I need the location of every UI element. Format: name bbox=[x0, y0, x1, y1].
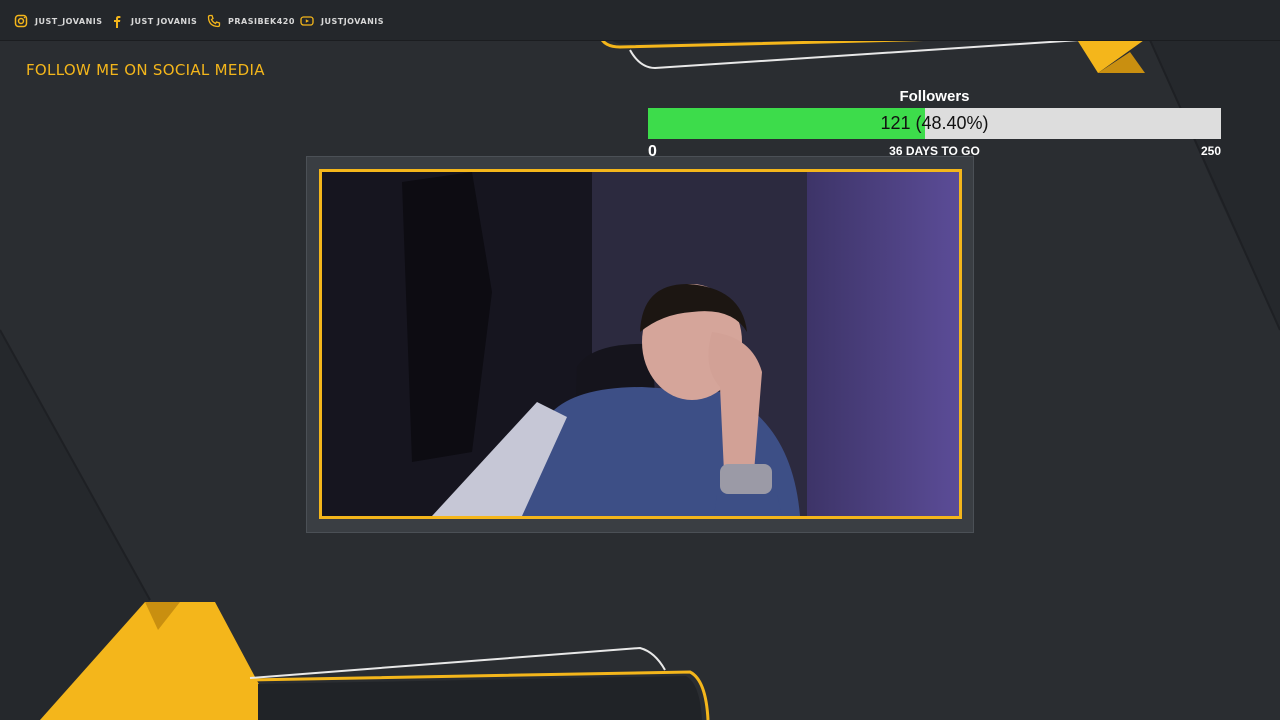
social-link-phone[interactable]: prasibek420 bbox=[207, 13, 295, 29]
social-link-youtube[interactable]: justjovanis bbox=[300, 13, 384, 29]
instagram-icon bbox=[14, 14, 28, 28]
wristwatch bbox=[720, 464, 772, 494]
follow-social-banner: FOLLOW ME ON SOCIAL MEDIA bbox=[26, 61, 265, 79]
phone-icon bbox=[207, 14, 221, 28]
youtube-icon bbox=[300, 14, 314, 28]
social-link-instagram[interactable]: Just_Jovanis bbox=[14, 13, 103, 29]
social-link-label: Just_Jovanis bbox=[35, 16, 103, 26]
facebook-icon bbox=[110, 14, 124, 28]
webcam-scene bbox=[322, 172, 959, 516]
social-link-label: Just Jovanis bbox=[131, 16, 198, 26]
goal-max-label: 250 bbox=[1200, 144, 1221, 158]
webcam-feed bbox=[319, 169, 962, 519]
social-link-facebook[interactable]: Just Jovanis bbox=[110, 13, 197, 29]
goal-value-label: 121 (48.40%) bbox=[880, 113, 989, 133]
social-link-label: prasibek420 bbox=[228, 16, 295, 26]
goal-title: Followers bbox=[899, 88, 970, 105]
goal-progress-bar: 121 (48.40%) bbox=[648, 108, 1221, 139]
social-link-label: justjovanis bbox=[321, 16, 385, 26]
